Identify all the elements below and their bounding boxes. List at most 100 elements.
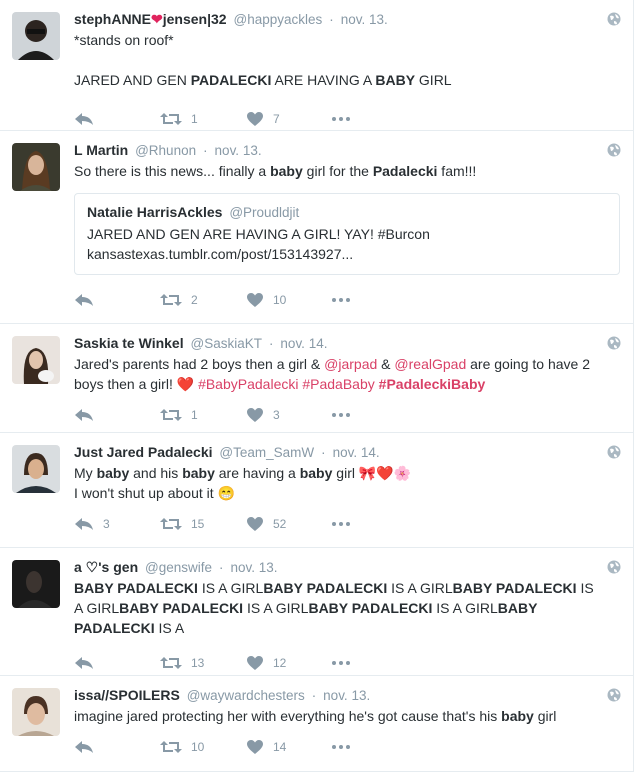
tweet-actions: 3 15 52 <box>74 503 621 545</box>
text-run: JARED AND GEN <box>74 72 191 88</box>
retweet-button[interactable]: 10 <box>160 740 246 754</box>
tweet-actions: 10 14 <box>74 726 621 768</box>
globe-icon <box>607 688 621 702</box>
text-run: IS A <box>154 620 185 636</box>
reply-button[interactable] <box>74 112 160 126</box>
retweet-button[interactable]: 15 <box>160 517 246 531</box>
avatar[interactable] <box>12 688 60 736</box>
text-run: girl <box>332 465 359 481</box>
tweet-text-line: I won't shut up about it 😁 <box>74 485 235 501</box>
text-run: IS A GIRL <box>243 600 309 616</box>
tweet[interactable]: stephANNE❤jensen|32 @happyackles · nov. … <box>0 0 633 131</box>
tweet-header: Saskia te Winkel @SaskiaKT · nov. 14. <box>74 334 621 352</box>
tweet-header: a ♡'s gen @genswife · nov. 13. <box>74 558 621 576</box>
avatar[interactable] <box>12 336 60 384</box>
quoted-username: @Proudldjit <box>229 205 300 220</box>
like-button[interactable]: 12 <box>246 655 332 671</box>
username[interactable]: @SaskiaKT <box>190 336 261 351</box>
text-run: & <box>377 356 395 372</box>
more-button[interactable] <box>332 522 350 526</box>
like-button[interactable]: 3 <box>246 407 332 423</box>
reply-button[interactable]: 3 <box>74 517 160 531</box>
avatar[interactable] <box>12 560 60 608</box>
reply-button[interactable] <box>74 408 160 422</box>
tweet[interactable]: Just Jared Padalecki @Team_SamW · nov. 1… <box>0 433 633 548</box>
reply-icon <box>74 112 94 126</box>
mention-link[interactable]: @jarpad <box>324 356 377 372</box>
quoted-tweet[interactable]: Natalie HarrisAckles @Proudldjit JARED A… <box>74 193 620 275</box>
hashtag-link[interactable]: #PadaleckiBaby <box>379 376 486 392</box>
bold-keyword: baby <box>501 708 534 724</box>
avatar[interactable] <box>12 12 60 60</box>
like-button[interactable]: 10 <box>246 292 332 308</box>
more-icon <box>332 745 350 749</box>
tweet-text: So there is this news... finally a baby … <box>74 161 621 181</box>
display-name[interactable]: Saskia te Winkel <box>74 335 184 351</box>
username[interactable]: @waywardchesters <box>187 688 305 703</box>
separator-dot: · <box>321 444 326 460</box>
reply-count: 3 <box>103 517 110 531</box>
timestamp[interactable]: nov. 13. <box>323 688 370 703</box>
more-button[interactable] <box>332 661 350 665</box>
like-button[interactable]: 7 <box>246 111 332 127</box>
tweet[interactable]: issa//SPOILERS @waywardchesters · nov. 1… <box>0 676 633 772</box>
mention-link[interactable]: @realGpad <box>394 356 466 372</box>
username[interactable]: @Team_SamW <box>219 445 314 460</box>
more-button[interactable] <box>332 298 350 302</box>
display-name[interactable]: stephANNE❤jensen|32 <box>74 11 227 27</box>
username[interactable]: @happyackles <box>233 12 322 27</box>
reply-button[interactable] <box>74 293 160 307</box>
retweet-button[interactable]: 2 <box>160 293 246 307</box>
tweet[interactable]: L Martin @Rhunon · nov. 13. So there is … <box>0 131 633 324</box>
bold-keyword: Padalecki <box>372 163 438 179</box>
like-button[interactable]: 14 <box>246 739 332 755</box>
display-name[interactable]: L Martin <box>74 142 128 158</box>
more-icon <box>332 413 350 417</box>
emoji: 🎀❤️🌸 <box>358 465 412 481</box>
reply-icon <box>74 408 94 422</box>
display-name[interactable]: issa//SPOILERS <box>74 687 180 703</box>
display-name[interactable]: Just Jared Padalecki <box>74 444 213 460</box>
retweet-button[interactable]: 1 <box>160 112 246 126</box>
tweet-text-line: *stands on roof* <box>74 32 174 48</box>
retweet-button[interactable]: 13 <box>160 656 246 670</box>
quoted-link[interactable]: kansastexas.tumblr.com/post/153143927... <box>87 244 607 264</box>
tweet[interactable]: Saskia te Winkel @SaskiaKT · nov. 14. Ja… <box>0 324 633 433</box>
bold-keyword: BABY PADALECKI <box>74 580 198 596</box>
display-name[interactable]: a ♡'s gen <box>74 559 138 575</box>
like-icon <box>246 292 264 308</box>
retweet-button[interactable]: 1 <box>160 408 246 422</box>
tweet[interactable]: a ♡'s gen @genswife · nov. 13. BABY PADA… <box>0 548 633 676</box>
timestamp[interactable]: nov. 13. <box>215 143 262 158</box>
like-icon <box>246 111 264 127</box>
timestamp[interactable]: nov. 14. <box>280 336 327 351</box>
text-run: are having a <box>214 465 300 481</box>
avatar[interactable] <box>12 143 60 191</box>
username[interactable]: @genswife <box>145 560 212 575</box>
hashtag-link[interactable]: #BabyPadalecki <box>198 376 298 392</box>
timestamp[interactable]: nov. 13. <box>341 12 388 27</box>
more-button[interactable] <box>332 117 350 121</box>
reply-icon <box>74 656 94 670</box>
quoted-text-line: JARED AND GEN ARE HAVING A GIRL! YAY! #B… <box>87 226 430 242</box>
reply-button[interactable] <box>74 740 160 754</box>
username[interactable]: @Rhunon <box>135 143 196 158</box>
retweet-count: 2 <box>191 293 198 307</box>
avatar[interactable] <box>12 445 60 493</box>
separator-dot: · <box>311 687 317 703</box>
globe-icon <box>607 143 621 157</box>
timestamp[interactable]: nov. 13. <box>230 560 277 575</box>
text-run: fam!!! <box>437 163 477 179</box>
text-run: IS A GIRL <box>432 600 498 616</box>
bold-keyword: BABY <box>375 72 416 88</box>
reply-button[interactable] <box>74 656 160 670</box>
timestamp[interactable]: nov. 14. <box>333 445 380 460</box>
like-button[interactable]: 52 <box>246 516 332 532</box>
more-button[interactable] <box>332 413 350 417</box>
like-count: 12 <box>273 656 287 670</box>
hashtag-link[interactable]: #PadaBaby <box>302 376 374 392</box>
globe-icon <box>607 560 621 574</box>
more-button[interactable] <box>332 745 350 749</box>
like-count: 10 <box>273 293 287 307</box>
retweet-icon <box>160 517 182 531</box>
